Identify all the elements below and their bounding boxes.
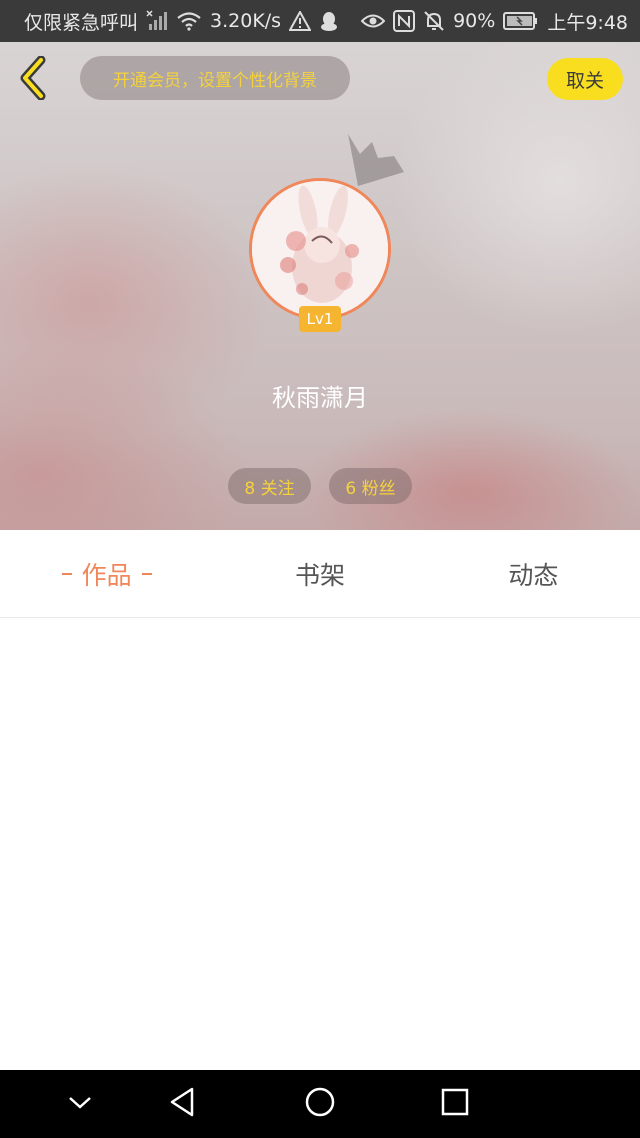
carrier-text: 仅限紧急呼叫 xyxy=(24,11,139,34)
mute-bell-icon xyxy=(423,10,445,32)
qq-icon xyxy=(319,10,339,32)
eye-icon xyxy=(361,12,386,30)
collapse-icon xyxy=(66,1092,94,1116)
system-nav-bar xyxy=(0,1070,640,1138)
nav-home-button[interactable] xyxy=(300,1084,340,1124)
home-circle-icon xyxy=(304,1086,336,1122)
nav-back-button[interactable] xyxy=(162,1084,202,1124)
unfollow-button[interactable]: 取关 xyxy=(547,58,623,100)
avatar[interactable] xyxy=(249,178,391,320)
fans-count-button[interactable]: 6 粉丝 xyxy=(329,468,412,504)
username: 秋雨潇月 xyxy=(272,384,368,412)
tab-indicator-left xyxy=(61,572,72,575)
profile-tabs: 作品 书架 动态 xyxy=(0,530,640,618)
tab-bookshelf-label: 书架 xyxy=(294,560,345,590)
recents-square-icon xyxy=(440,1087,470,1121)
tab-works-label: 作品 xyxy=(81,560,132,590)
warning-icon xyxy=(289,11,312,31)
tab-indicator-right xyxy=(141,572,152,575)
collapse-nav-button[interactable] xyxy=(60,1084,100,1124)
nfc-icon xyxy=(393,10,416,32)
battery-icon xyxy=(503,11,539,31)
wifi-icon xyxy=(176,10,202,32)
back-button[interactable] xyxy=(14,55,54,104)
vip-banner-button[interactable]: 开通会员，设置个性化背景 xyxy=(80,56,350,100)
nav-recents-button[interactable] xyxy=(435,1084,475,1124)
battery-percent: 90% xyxy=(453,10,496,32)
clock: 上午9:48 xyxy=(547,11,628,34)
status-bar: 仅限紧急呼叫 3.20K/s 90% 上午9:48 xyxy=(0,0,640,42)
no-signal-icon xyxy=(146,10,168,32)
following-count-button[interactable]: 8 关注 xyxy=(228,468,311,504)
profile-header: 开通会员，设置个性化背景 取关 Lv1 秋雨潇月 8 关注 6 粉丝 xyxy=(0,42,640,530)
level-badge: Lv1 xyxy=(299,306,341,332)
back-triangle-icon xyxy=(167,1086,197,1122)
tab-works[interactable]: 作品 xyxy=(0,530,213,617)
network-speed: 3.20K/s xyxy=(210,10,282,32)
tab-content-area xyxy=(0,619,640,1070)
tab-activity[interactable]: 动态 xyxy=(427,530,640,617)
tab-bookshelf[interactable]: 书架 xyxy=(213,530,426,617)
chevron-left-icon xyxy=(19,55,49,104)
tab-activity-label: 动态 xyxy=(508,560,559,590)
